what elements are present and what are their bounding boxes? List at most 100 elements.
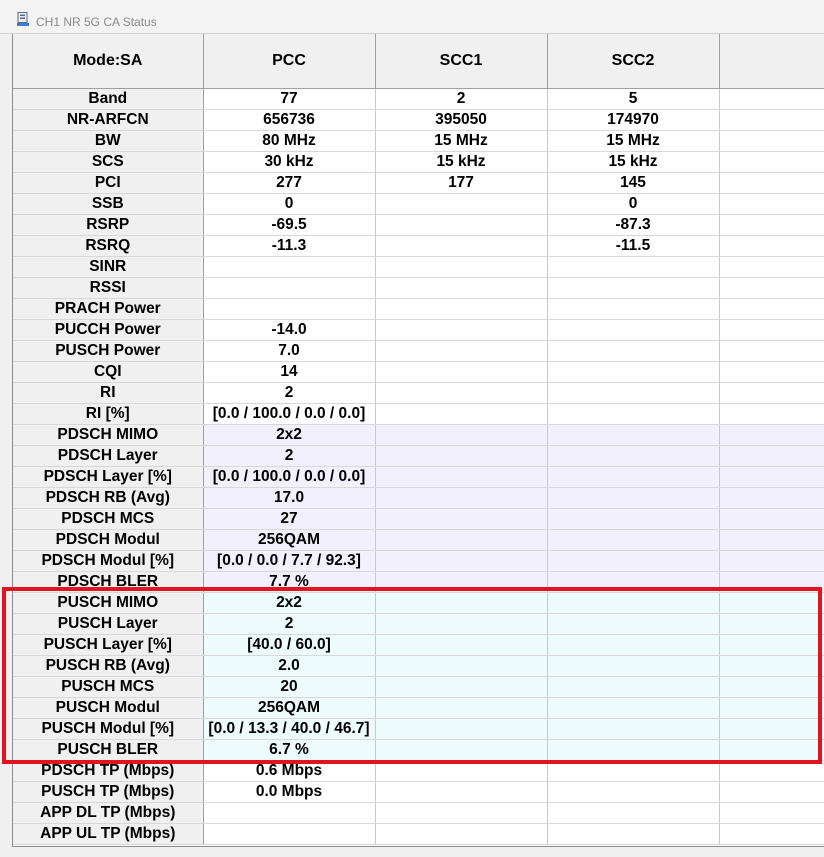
row-label: RSRQ — [13, 235, 204, 257]
cell-value: [0.0 / 100.0 / 0.0 / 0.0] — [203, 403, 376, 425]
cell-value — [719, 823, 824, 845]
cell-value: 7.0 — [203, 340, 376, 362]
column-header-pcc[interactable]: PCC — [203, 34, 376, 89]
cell-value — [719, 718, 824, 740]
row-label: PDSCH MIMO — [13, 424, 204, 446]
row-label: Band — [13, 88, 204, 110]
cell-value — [719, 781, 824, 803]
row-label: PUSCH Layer [%] — [13, 634, 204, 656]
table-row: PUSCH Layer [%] [40.0 / 60.0] — [13, 634, 824, 656]
cell-value: 2 — [203, 613, 376, 635]
cell-value — [719, 424, 824, 446]
cell-value — [375, 655, 548, 677]
table-row: APP UL TP (Mbps) — [13, 823, 824, 845]
table-row: RI 2 — [13, 382, 824, 404]
cell-value — [547, 487, 720, 509]
row-label: PCI — [13, 172, 204, 194]
cell-value — [719, 214, 824, 236]
cell-value: -87.3 — [547, 214, 720, 236]
row-label: PUSCH Modul [%] — [13, 718, 204, 740]
table-row: PDSCH Modul 256QAM — [13, 529, 824, 551]
cell-value: 174970 — [547, 109, 720, 131]
cell-value: 656736 — [203, 109, 376, 131]
cell-value — [375, 193, 548, 215]
table-row: PDSCH TP (Mbps) 0.6 Mbps — [13, 760, 824, 782]
cell-value: -69.5 — [203, 214, 376, 236]
cell-value — [719, 487, 824, 509]
row-label: SCS — [13, 151, 204, 173]
cell-value — [203, 277, 376, 299]
cell-value — [547, 760, 720, 782]
cell-value — [719, 298, 824, 320]
cell-value: [0.0 / 100.0 / 0.0 / 0.0] — [203, 466, 376, 488]
table-row: PDSCH RB (Avg) 17.0 — [13, 487, 824, 509]
table-row: RI [%] [0.0 / 100.0 / 0.0 / 0.0] — [13, 403, 824, 425]
table-row: CQI 14 — [13, 361, 824, 383]
cell-value — [547, 466, 720, 488]
cell-value — [375, 760, 548, 782]
cell-value — [375, 571, 548, 593]
cell-value — [203, 823, 376, 845]
cell-value — [203, 256, 376, 278]
cell-value: 20 — [203, 676, 376, 698]
cell-value — [719, 445, 824, 467]
row-label: PDSCH MCS — [13, 508, 204, 530]
cell-value — [375, 676, 548, 698]
cell-value — [547, 445, 720, 467]
cell-value — [719, 382, 824, 404]
cell-value: 2 — [203, 382, 376, 404]
cell-value — [375, 445, 548, 467]
cell-value — [547, 403, 720, 425]
row-label: RSRP — [13, 214, 204, 236]
cell-value — [719, 88, 824, 110]
cell-value — [547, 508, 720, 530]
status-grid[interactable]: Mode:SA PCC SCC1 SCC2 Band 77 2 5 NR-ARFCN 65… — [12, 34, 824, 847]
row-label: PDSCH Layer [%] — [13, 466, 204, 488]
cell-value: 5 — [547, 88, 720, 110]
cell-value — [375, 550, 548, 572]
table-row: PDSCH Layer [%] [0.0 / 100.0 / 0.0 / 0.0] — [13, 466, 824, 488]
row-label: PUSCH TP (Mbps) — [13, 781, 204, 803]
table-row: PUCCH Power -14.0 — [13, 319, 824, 341]
table-row: PDSCH BLER 7.7 % — [13, 571, 824, 593]
cell-value — [375, 634, 548, 656]
cell-value: 2 — [203, 445, 376, 467]
table-row: RSRP -69.5 -87.3 — [13, 214, 824, 236]
cell-value: 15 kHz — [375, 151, 548, 173]
table-row: PUSCH Power 7.0 — [13, 340, 824, 362]
cell-value — [547, 781, 720, 803]
cell-value — [547, 571, 720, 593]
row-label: PDSCH BLER — [13, 571, 204, 593]
row-label: SSB — [13, 193, 204, 215]
cell-value: 145 — [547, 172, 720, 194]
column-header-empty — [719, 34, 824, 89]
cell-value — [547, 592, 720, 614]
column-header-scc1[interactable]: SCC1 — [375, 34, 548, 89]
cell-value — [719, 676, 824, 698]
cell-value — [547, 382, 720, 404]
cell-value: 395050 — [375, 109, 548, 131]
table-row: PDSCH Layer 2 — [13, 445, 824, 467]
row-label: PUSCH MCS — [13, 676, 204, 698]
row-label: PUSCH Power — [13, 340, 204, 362]
cell-value: 7.7 % — [203, 571, 376, 593]
cell-value — [547, 739, 720, 761]
cell-value: 0.0 Mbps — [203, 781, 376, 803]
cell-value: -11.5 — [547, 235, 720, 257]
cell-value: 30 kHz — [203, 151, 376, 173]
cell-value — [375, 802, 548, 824]
ca-status-window: CH1 NR 5G CA Status Mode:SA PCC SCC1 SCC… — [0, 0, 824, 857]
row-label: PDSCH Modul [%] — [13, 550, 204, 572]
cell-value — [719, 361, 824, 383]
table-row: PDSCH MIMO 2x2 — [13, 424, 824, 446]
cell-value — [375, 256, 548, 278]
column-header-scc2[interactable]: SCC2 — [547, 34, 720, 89]
app-icon — [17, 12, 29, 26]
table-row: PUSCH BLER 6.7 % — [13, 739, 824, 761]
cell-value — [719, 613, 824, 635]
row-label: RSSI — [13, 277, 204, 299]
cell-value — [547, 319, 720, 341]
cell-value — [719, 655, 824, 677]
cell-value: 0 — [203, 193, 376, 215]
cell-value: 256QAM — [203, 529, 376, 551]
